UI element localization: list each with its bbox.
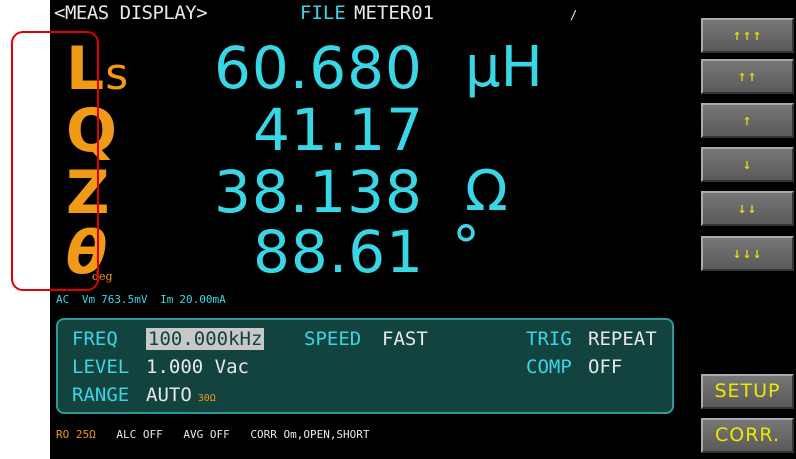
range-sub-value: 30Ω — [197, 393, 216, 404]
freq-value-text[interactable]: 100.000kHz — [146, 328, 265, 350]
im-value: 20.00mA — [179, 293, 226, 306]
range-value-text[interactable]: AUTO — [146, 384, 192, 406]
param-z: Z — [66, 158, 110, 228]
corr-button[interactable]: CORR. — [701, 418, 794, 453]
freq-value[interactable]: 100.000kHz — [146, 328, 265, 350]
unit-z: Ω — [465, 159, 508, 224]
alc-status: ALC OFF — [116, 428, 163, 441]
signal-monitor-line: AC Vm 763.5mV Im 20.00mA — [56, 293, 232, 306]
corr-status: CORR Om,OPEN,SHORT — [250, 428, 370, 441]
param-theta-unit-label: deg — [92, 270, 113, 283]
vm-value: 763.5mV — [101, 293, 148, 306]
trig-label: TRIG — [526, 328, 572, 350]
value-ls: 60.680 — [214, 34, 423, 102]
file-label: FILE — [300, 2, 346, 24]
header-mark: / — [570, 8, 578, 22]
trig-value[interactable]: REPEAT — [588, 328, 657, 350]
value-q: 41.17 — [253, 96, 425, 164]
speed-value[interactable]: FAST — [382, 328, 428, 350]
level-value[interactable]: 1.000 Vac — [146, 356, 249, 378]
im-label: Im — [160, 293, 174, 306]
freq-label: FREQ — [72, 328, 118, 350]
unit-ls: μH — [465, 35, 543, 100]
meter-screen: <MEAS DISPLAY> FILE METER01 / Ls Q Z θ d… — [50, 0, 796, 459]
value-theta: 88.61 — [253, 218, 425, 286]
unit-theta: ° — [452, 215, 480, 280]
file-name: METER01 — [354, 2, 435, 24]
scroll-down-1-button[interactable]: ↓ — [701, 147, 794, 182]
comp-value[interactable]: OFF — [588, 356, 622, 378]
vm-label: Vm — [81, 293, 96, 306]
scroll-up-3-button[interactable]: ↑↑↑ — [701, 18, 794, 53]
param-ls-subscript: s — [105, 49, 129, 100]
signal-mode: AC — [56, 293, 70, 306]
settings-panel: FREQ 100.000kHz SPEED FAST TRIG REPEAT L… — [56, 318, 674, 414]
level-label: LEVEL — [72, 356, 130, 378]
header-bar: <MEAS DISPLAY> FILE METER01 / — [50, 0, 690, 26]
status-line: RO 25Ω ALC OFF AVG OFF CORR Om,OPEN,SHOR… — [56, 428, 384, 441]
ro-status: RO 25Ω — [56, 428, 96, 441]
speed-label: SPEED — [304, 328, 362, 350]
range-value[interactable]: AUTO 30Ω — [146, 384, 216, 410]
value-z: 38.138 — [214, 158, 423, 226]
range-label: RANGE — [72, 384, 130, 406]
scroll-down-3-button[interactable]: ↓↓↓ — [701, 236, 794, 271]
setup-button[interactable]: SETUP — [701, 374, 794, 409]
param-ls-symbol: L — [66, 34, 105, 104]
scroll-up-1-button[interactable]: ↑ — [701, 103, 794, 138]
scroll-up-2-button[interactable]: ↑↑ — [701, 59, 794, 94]
param-q: Q — [66, 96, 118, 166]
avg-status: AVG OFF — [183, 428, 230, 441]
comp-label: COMP — [526, 356, 572, 378]
scroll-down-2-button[interactable]: ↓↓ — [701, 191, 794, 226]
display-mode-title: <MEAS DISPLAY> — [54, 2, 208, 24]
